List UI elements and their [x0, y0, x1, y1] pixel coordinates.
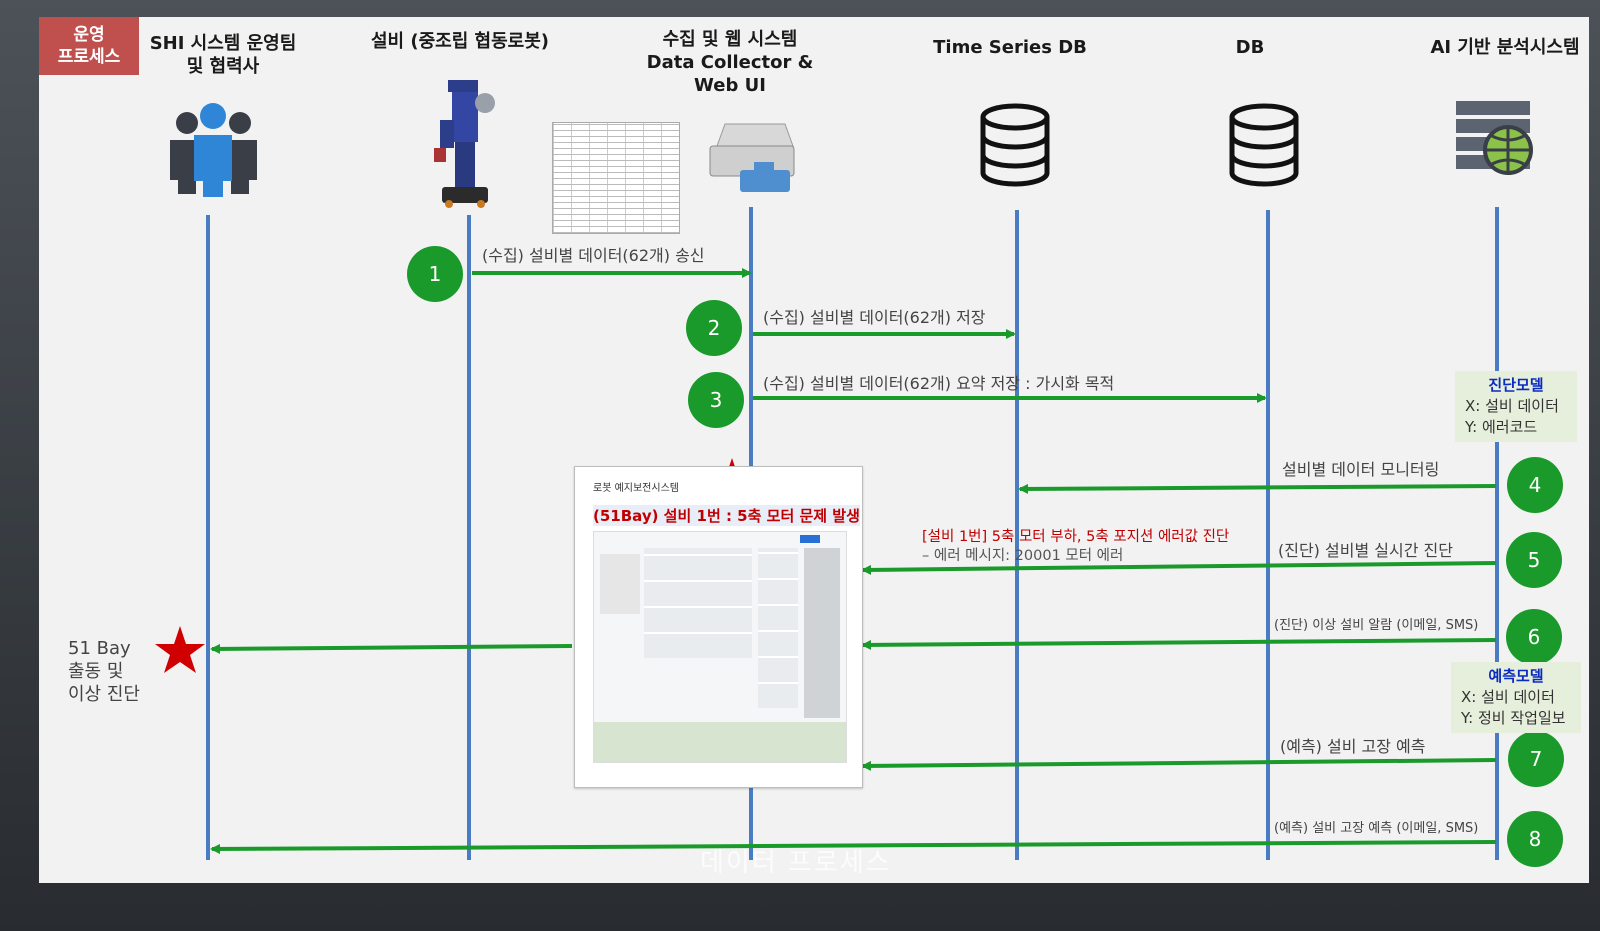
database-icon-db	[1229, 103, 1299, 187]
step-7-label: (예측) 설비 고장 예측	[1280, 737, 1426, 756]
screen-dashboard-grid	[593, 531, 847, 763]
diagnosis-model-y: Y: 에러코드	[1465, 418, 1538, 436]
prediction-model-y: Y: 정비 작업일보	[1461, 709, 1566, 727]
step-5-circle: 5	[1506, 532, 1562, 588]
star-icon-team	[155, 626, 205, 673]
step-6-circle: 6	[1506, 609, 1562, 665]
step-6-label: (진단) 이상 설비 알람 (이메일, SMS)	[1274, 618, 1479, 633]
step-4-label: 설비별 데이터 모니터링	[1282, 460, 1440, 479]
screen-title: 로봇 예지보전시스템	[593, 483, 679, 494]
robot-icon	[434, 80, 495, 208]
arrow-to-team	[210, 643, 573, 654]
step-7-circle: 7	[1508, 731, 1564, 787]
step-4-circle: 4	[1507, 457, 1563, 513]
diagnosis-model-note: 진단모델 X: 설비 데이터 Y: 에러코드	[1455, 371, 1577, 442]
step-8-circle: 8	[1507, 811, 1563, 867]
diagnosis-model-title: 진단모델	[1488, 376, 1544, 394]
footer-caption: 데이터 프로세스	[700, 848, 892, 878]
bay-dispatch-line1: 51 Bay	[68, 638, 131, 659]
arrow-step-7	[861, 758, 1497, 771]
prediction-model-title: 예측모델	[1488, 667, 1544, 685]
analysis-server-globe-icon	[1456, 101, 1533, 175]
diagnosis-text: [설비 1번] 5축 모터 부하, 5축 포지션 에러값 진단	[922, 529, 1230, 545]
step-1-label: (수집) 설비별 데이터(62개) 송신	[482, 246, 705, 265]
step-2-label: (수집) 설비별 데이터(62개) 저장	[763, 308, 986, 327]
data-table-thumbnail	[552, 122, 680, 234]
bay-dispatch-line3: 이상 진단	[68, 684, 140, 705]
screen-alert: (51Bay) 설비 1번 : 5축 모터 문제 발생	[593, 505, 860, 526]
step-1-circle: 1	[407, 246, 463, 302]
step-8-label: (예측) 설비 고장 예측 (이메일, SMS)	[1274, 821, 1479, 836]
server-icon	[709, 123, 795, 192]
bay-dispatch-note: 51 Bay 출동 및 이상 진단	[68, 637, 140, 706]
step-3-label: (수집) 설비별 데이터(62개) 요약 저장 : 가시화 목적	[763, 374, 1115, 393]
prediction-model-x: X: 설비 데이터	[1461, 688, 1555, 706]
arrow-step-4	[1018, 483, 1497, 494]
monitoring-screen-mockup: 로봇 예지보전시스템 (51Bay) 설비 1번 : 5축 모터 문제 발생	[574, 466, 863, 788]
error-text: – 에러 메시지: 20001 모터 에러	[922, 548, 1124, 564]
people-icon	[170, 103, 257, 197]
arrow-step-6	[861, 638, 1497, 650]
diagnosis-model-x: X: 설비 데이터	[1465, 397, 1559, 415]
database-icon-tsdb	[980, 103, 1050, 187]
step-5-label: (진단) 설비별 실시간 진단	[1278, 541, 1453, 560]
prediction-model-note: 예측모델 X: 설비 데이터 Y: 정비 작업일보	[1451, 662, 1581, 733]
step-2-circle: 2	[686, 300, 742, 356]
bay-dispatch-line2: 출동 및	[68, 661, 124, 682]
step-3-circle: 3	[688, 372, 744, 428]
